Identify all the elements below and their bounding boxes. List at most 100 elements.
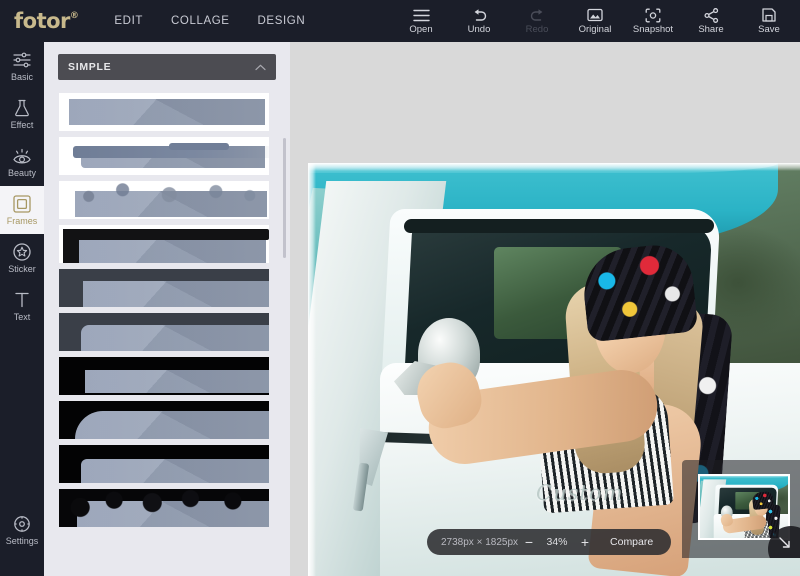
- undo-button[interactable]: Undo: [450, 0, 508, 42]
- sliders-icon: [13, 51, 31, 70]
- truck-door-script: Custom: [536, 481, 624, 505]
- nav-design-label: DESIGN: [257, 15, 306, 27]
- brush-stroke-overlay: [169, 143, 229, 150]
- redo-button[interactable]: Redo: [508, 0, 566, 42]
- main-nav: EDIT COLLAGE DESIGN: [112, 11, 307, 31]
- flask-icon: [14, 99, 30, 118]
- gear-icon: [13, 515, 31, 534]
- frame-preview: [69, 99, 265, 125]
- navigator-minimap[interactable]: [682, 460, 800, 558]
- image-icon: [587, 7, 603, 23]
- grunge-overlay: [59, 489, 269, 527]
- sidebar-item-beauty[interactable]: Beauty: [0, 138, 44, 186]
- sidebar-item-sticker-label: Sticker: [8, 263, 36, 274]
- frames-section-header[interactable]: SIMPLE: [58, 54, 276, 80]
- share-button[interactable]: Share: [682, 0, 740, 42]
- sidebar-item-basic-label: Basic: [10, 71, 33, 82]
- text-icon: [14, 291, 30, 310]
- minimap-scene: [700, 476, 788, 538]
- frame-thumbnail-thin-line[interactable]: [58, 92, 270, 132]
- frame-preview: [73, 236, 266, 263]
- frame-preview: [75, 411, 269, 439]
- zoom-toolbar: 2738px × 1825px − 34% + Compare: [427, 529, 671, 555]
- frame-preview: [85, 370, 269, 393]
- original-button[interactable]: Original: [566, 0, 624, 42]
- menu-icon: [412, 7, 430, 23]
- model-bandana: [751, 490, 775, 511]
- snapshot-label: Snapshot: [632, 24, 674, 35]
- fotor-logo[interactable]: fotor®: [14, 9, 79, 33]
- undo-label: Undo: [467, 24, 491, 35]
- frame-icon: [13, 195, 31, 214]
- logo-registered-mark: ®: [69, 11, 79, 21]
- share-icon: [703, 7, 719, 23]
- open-button[interactable]: Open: [392, 0, 450, 42]
- save-label: Save: [758, 24, 780, 35]
- redo-icon: [529, 7, 546, 23]
- frame-thumbnail-black-curve[interactable]: [58, 400, 270, 440]
- redo-label: Redo: [525, 24, 549, 35]
- tool-sidebar: Basic Effect Beauty Frames Sticker Text …: [0, 42, 44, 576]
- frame-thumbnail-ink-bar[interactable]: [58, 224, 270, 264]
- original-label: Original: [578, 24, 612, 35]
- frames-panel-scrollbar[interactable]: [283, 138, 286, 258]
- minimap-collapse-button[interactable]: [768, 526, 800, 558]
- share-label: Share: [698, 24, 724, 35]
- snapshot-button[interactable]: Snapshot: [624, 0, 682, 42]
- frame-edge-top: [308, 163, 800, 171]
- splatter-overlay: [59, 181, 269, 203]
- nav-collage-label: COLLAGE: [171, 15, 230, 27]
- sidebar-item-settings[interactable]: Settings: [0, 506, 44, 554]
- zoom-in-button[interactable]: +: [574, 535, 596, 549]
- frames-panel: SIMPLE: [44, 42, 290, 576]
- image-dimensions-label: 2738px × 1825px: [441, 536, 519, 548]
- fotor-app-window: fotor® EDIT COLLAGE DESIGN Open Undo Red…: [0, 0, 800, 576]
- frame-thumbnail-black-block[interactable]: [58, 444, 270, 484]
- frame-preview: [81, 459, 269, 483]
- sidebar-item-settings-label: Settings: [5, 535, 39, 546]
- logo-text: fotor: [14, 9, 70, 33]
- frame-thumbnail-dark-round[interactable]: [58, 312, 270, 352]
- nav-design[interactable]: DESIGN: [256, 11, 308, 31]
- sidebar-item-frames-label: Frames: [6, 215, 38, 226]
- frame-preview: [83, 281, 269, 307]
- truck-roof-edge: [700, 476, 788, 478]
- undo-icon: [471, 7, 488, 23]
- ink-bar-overlay: [63, 229, 269, 240]
- frame-thumbnail-dark-corner[interactable]: [58, 268, 270, 308]
- sidebar-item-basic[interactable]: Basic: [0, 42, 44, 90]
- nav-edit-label: EDIT: [114, 15, 143, 27]
- sidebar-item-beauty-label: Beauty: [7, 167, 37, 178]
- open-label: Open: [409, 24, 433, 35]
- frame-edge-left: [308, 163, 316, 576]
- star-icon: [13, 243, 31, 262]
- frames-section-title: SIMPLE: [68, 61, 112, 73]
- frame-preview: [81, 325, 269, 351]
- chevron-up-icon[interactable]: [255, 58, 266, 76]
- sidebar-item-text-label: Text: [13, 311, 31, 322]
- sidebar-item-frames[interactable]: Frames: [0, 186, 44, 234]
- ink-bar-overlay: [63, 229, 79, 263]
- frames-thumbnail-list[interactable]: [44, 92, 290, 576]
- nav-edit[interactable]: EDIT: [112, 11, 145, 31]
- truck-window-seal: [403, 219, 715, 233]
- frame-thumbnail-brush[interactable]: [58, 136, 270, 176]
- sidebar-item-effect[interactable]: Effect: [0, 90, 44, 138]
- frame-thumbnail-black-corner[interactable]: [58, 356, 270, 396]
- frame-thumbnail-splatter[interactable]: [58, 180, 270, 220]
- frame-thumbnail-grunge[interactable]: [58, 488, 270, 528]
- zoom-level-value[interactable]: 34%: [540, 536, 574, 548]
- compare-button[interactable]: Compare: [610, 536, 653, 548]
- top-toolbar: Open Undo Redo Original Snapshot Share S…: [392, 0, 798, 42]
- eye-icon: [12, 147, 32, 166]
- save-button[interactable]: Save: [740, 0, 798, 42]
- arrow-down-right-icon: [768, 526, 793, 556]
- camera-icon: [645, 7, 661, 23]
- save-icon: [762, 7, 776, 23]
- nav-collage[interactable]: COLLAGE: [169, 11, 232, 31]
- sidebar-item-sticker[interactable]: Sticker: [0, 234, 44, 282]
- sidebar-item-effect-label: Effect: [10, 119, 34, 130]
- zoom-out-button[interactable]: −: [518, 535, 540, 549]
- sidebar-item-text[interactable]: Text: [0, 282, 44, 330]
- top-bar: fotor® EDIT COLLAGE DESIGN Open Undo Red…: [0, 0, 800, 42]
